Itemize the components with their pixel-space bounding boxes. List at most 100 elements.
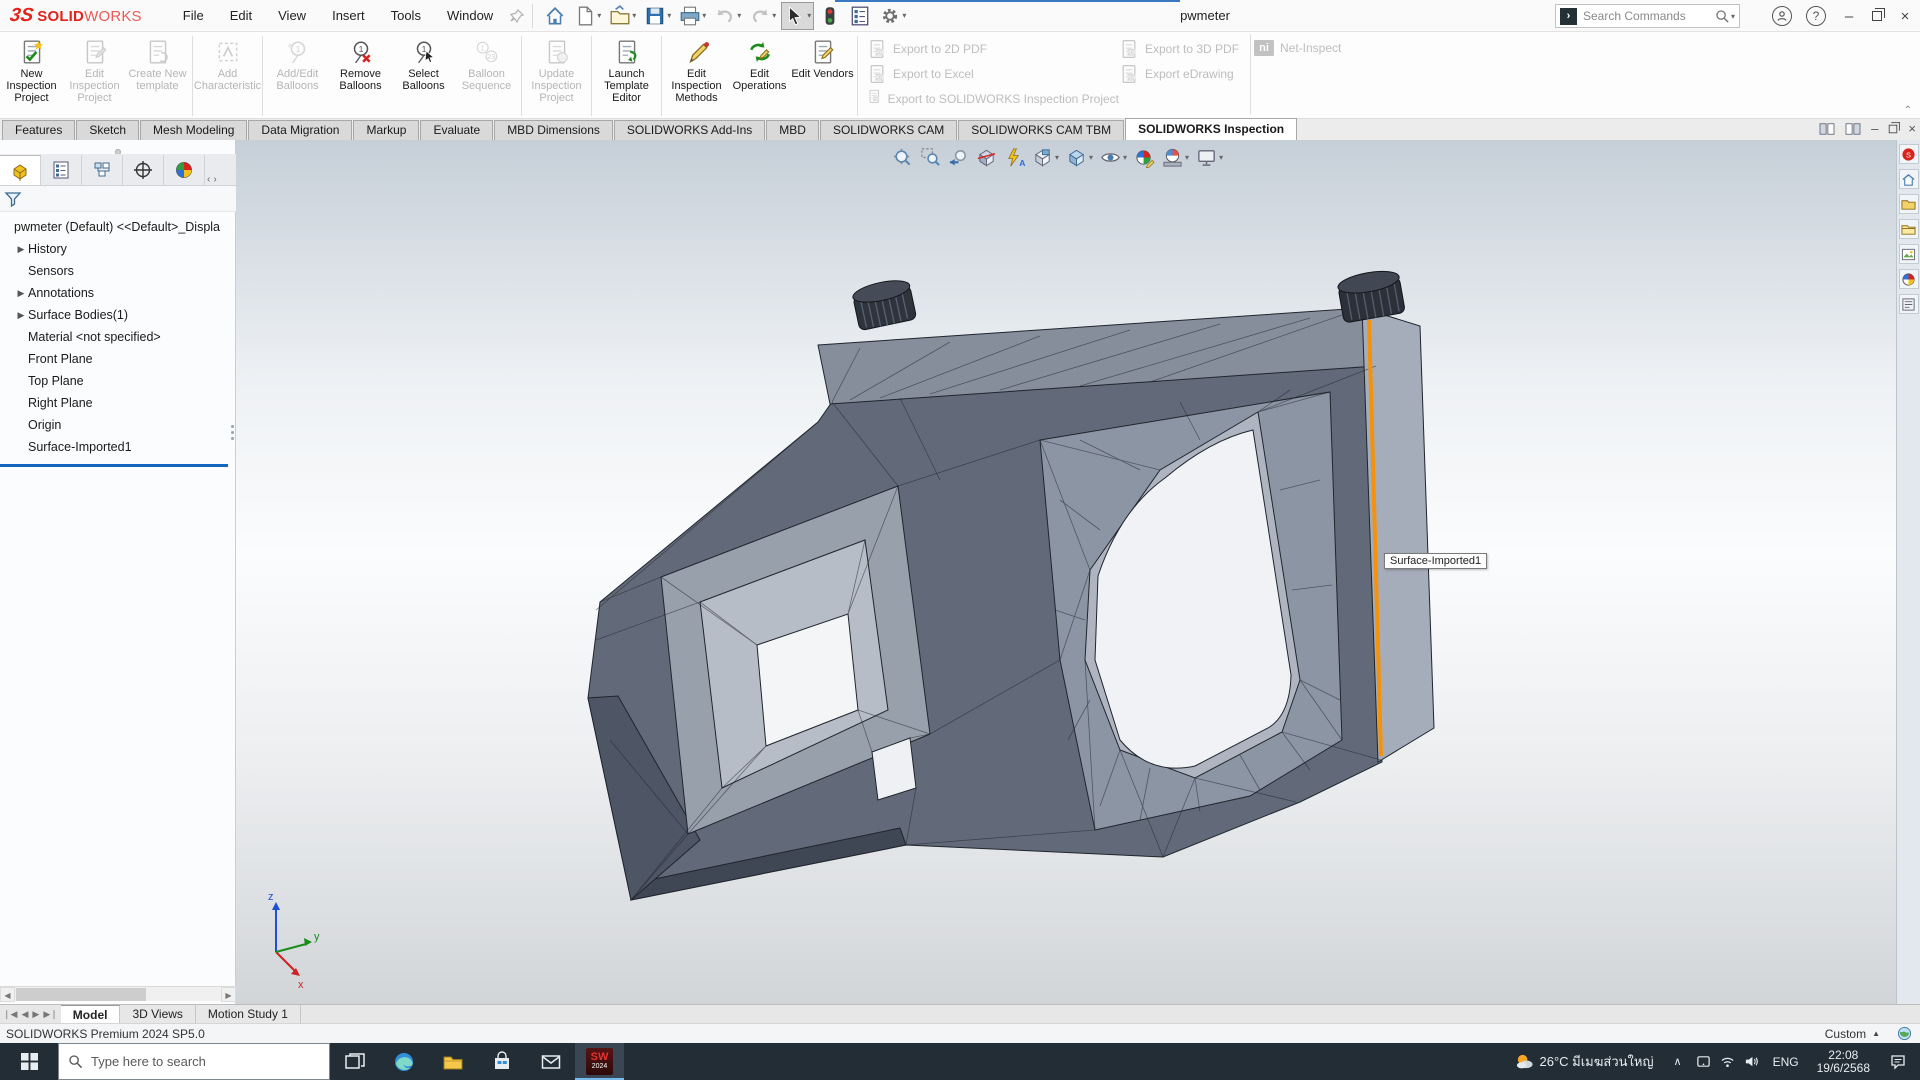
taskbar-app-mail[interactable] <box>526 1043 575 1080</box>
tab-mbd-dimensions[interactable]: MBD Dimensions <box>494 120 613 140</box>
tab-solidworks-add-ins[interactable]: SOLIDWORKS Add-Ins <box>614 120 765 140</box>
task-pane-custom-properties[interactable] <box>1899 294 1919 314</box>
doc-minimize-button[interactable]: – <box>1871 121 1878 136</box>
prev-tab-icon[interactable]: ◀ <box>21 1009 28 1020</box>
tab-data-migration[interactable]: Data Migration <box>248 120 352 140</box>
scroll-right-icon[interactable]: ▶ <box>221 987 236 1002</box>
dropdown-caret-icon[interactable]: ▾ <box>1123 153 1127 162</box>
tree-item-front-plane[interactable]: Front Plane <box>0 348 236 370</box>
settings-gear-button[interactable]: ▾ <box>876 2 909 30</box>
help-icon[interactable]: ? <box>1806 6 1826 26</box>
dropdown-caret-icon[interactable]: ▾ <box>1055 153 1059 162</box>
taskbar-app-task-view[interactable] <box>330 1043 379 1080</box>
task-pane-solidworks-resources[interactable]: S <box>1899 144 1919 164</box>
task-pane-home[interactable] <box>1899 169 1919 189</box>
next-tab-icon[interactable]: ▶ <box>32 1009 39 1020</box>
bottom-tab-3d-views[interactable]: 3D Views <box>120 1005 195 1023</box>
ribbon-collapse-button[interactable]: ⌃ <box>1904 105 1912 116</box>
menu-window[interactable]: Window <box>434 0 506 31</box>
tray-expand-icon[interactable]: ∧ <box>1670 1055 1686 1068</box>
task-pane-view-palette[interactable] <box>1899 244 1919 264</box>
menu-file[interactable]: File <box>170 0 217 31</box>
taskbar-app-edge[interactable] <box>379 1043 428 1080</box>
task-pane-appearances-scenes[interactable] <box>1899 269 1919 289</box>
panel-tab-dimxpert-manager[interactable] <box>123 155 164 185</box>
redo-button[interactable]: ▾ <box>746 2 779 30</box>
tree-item-sensors[interactable]: Sensors <box>0 260 236 282</box>
scroll-left-icon[interactable]: ◀ <box>0 987 15 1002</box>
tree-item-annotations[interactable]: ▶AAnnotations <box>0 282 236 304</box>
ribbon-button-edit-inspection-methods[interactable]: Edit Inspection Methods <box>665 34 728 104</box>
task-pane-design-library[interactable] <box>1899 194 1919 214</box>
panel-horizontal-scrollbar[interactable]: ◀ ▶ <box>0 986 236 1001</box>
zoom-to-area-button[interactable] <box>919 146 942 169</box>
units-label[interactable]: Custom <box>1825 1027 1866 1041</box>
filter-funnel-icon[interactable] <box>4 190 22 208</box>
user-account-icon[interactable] <box>1772 6 1792 26</box>
dropdown-caret-icon[interactable]: ▾ <box>1219 153 1223 162</box>
command-search[interactable]: › Search Commands ▾ <box>1555 4 1740 28</box>
tree-item-top-plane[interactable]: Top Plane <box>0 370 236 392</box>
tab-sketch[interactable]: Sketch <box>76 120 139 140</box>
ribbon-button-select-balloons[interactable]: 1Select Balloons <box>392 34 455 92</box>
dropdown-caret-icon[interactable]: ▾ <box>1185 153 1189 162</box>
tab-evaluate[interactable]: Evaluate <box>420 120 493 140</box>
tab-mesh-modeling[interactable]: Mesh Modeling <box>140 120 247 140</box>
panel-tab-configuration-manager[interactable] <box>82 155 123 185</box>
tray-volume-icon[interactable] <box>1744 1054 1759 1069</box>
pin-icon[interactable] <box>510 9 524 23</box>
tree-root-item[interactable]: pwmeter (Default) <<Default>_Displa <box>0 216 236 238</box>
apply-scene-button[interactable]: ▾ <box>1161 146 1190 169</box>
zoom-to-fit-button[interactable] <box>891 146 914 169</box>
menu-tools[interactable]: Tools <box>378 0 434 31</box>
undo-button[interactable]: ▾ <box>711 2 744 30</box>
tab-solidworks-cam[interactable]: SOLIDWORKS CAM <box>820 120 957 140</box>
tab-solidworks-inspection[interactable]: SOLIDWORKS Inspection <box>1125 118 1297 140</box>
model-surface-imported1[interactable]: z x y <box>0 140 1920 1004</box>
view-orientation-button[interactable]: ▾ <box>1031 146 1060 169</box>
language-indicator[interactable]: ENG <box>1769 1055 1803 1069</box>
panel-splitter[interactable] <box>228 400 236 464</box>
doc-close-button[interactable]: × <box>1908 121 1916 136</box>
dropdown-caret-icon[interactable]: ▾ <box>1089 153 1093 162</box>
panel-tab-property-manager[interactable] <box>41 155 82 185</box>
rebuild-button[interactable] <box>816 2 844 30</box>
hide-show-items-button[interactable]: ▾ <box>1099 146 1128 169</box>
tree-filter-row[interactable] <box>0 186 236 212</box>
previous-view-button[interactable] <box>947 146 970 169</box>
first-tab-icon[interactable]: ❘◀ <box>3 1009 17 1020</box>
ribbon-button-launch-template-editor[interactable]: Launch Template Editor <box>595 34 658 104</box>
ribbon-button-edit-vendors[interactable]: Edit Vendors <box>791 34 854 80</box>
pane-left-icon[interactable] <box>1819 122 1835 136</box>
globe-icon[interactable] <box>1897 1026 1912 1041</box>
dynamic-annotation-views-button[interactable]: A <box>1003 146 1026 169</box>
doc-restore-button[interactable] <box>1889 124 1898 133</box>
panel-tab-display-manager[interactable] <box>164 155 205 185</box>
select-tool-button[interactable]: ▾ <box>781 2 814 30</box>
tree-item-right-plane[interactable]: Right Plane <box>0 392 236 414</box>
start-button[interactable] <box>0 1043 58 1080</box>
ribbon-button-new-inspection-project[interactable]: New Inspection Project <box>0 34 63 104</box>
rollback-bar[interactable] <box>0 464 228 467</box>
minimize-button[interactable]: – <box>1840 8 1858 25</box>
options-list-button[interactable] <box>846 2 874 30</box>
view-settings-button[interactable]: ▾ <box>1195 146 1224 169</box>
tab-solidworks-cam-tbm[interactable]: SOLIDWORKS CAM TBM <box>958 120 1124 140</box>
units-caret-icon[interactable]: ▲ <box>1872 1029 1880 1038</box>
scrollbar-thumb[interactable] <box>16 988 146 1001</box>
taskbar-app-store[interactable] <box>477 1043 526 1080</box>
panel-collapse-handle[interactable] <box>0 144 235 152</box>
menu-insert[interactable]: Insert <box>319 0 378 31</box>
display-style-button[interactable]: ▾ <box>1065 146 1094 169</box>
tab-features[interactable]: Features <box>2 120 75 140</box>
ribbon-button-edit-operations[interactable]: Edit Operations <box>728 34 791 92</box>
panel-tab-feature-manager[interactable] <box>0 155 41 185</box>
tree-item-material-not-specified[interactable]: Material <not specified> <box>0 326 236 348</box>
search-caret-icon[interactable]: ▾ <box>1731 12 1735 21</box>
open-document-button[interactable]: ▾ <box>606 2 639 30</box>
task-pane-file-explorer[interactable] <box>1899 219 1919 239</box>
panel-tab-scroll-arrows[interactable]: ‹› <box>207 174 220 185</box>
bottom-tab-motion-study-1[interactable]: Motion Study 1 <box>196 1005 301 1023</box>
new-document-button[interactable]: ▾ <box>571 2 604 30</box>
bottom-tab-model[interactable]: Model <box>61 1005 121 1023</box>
